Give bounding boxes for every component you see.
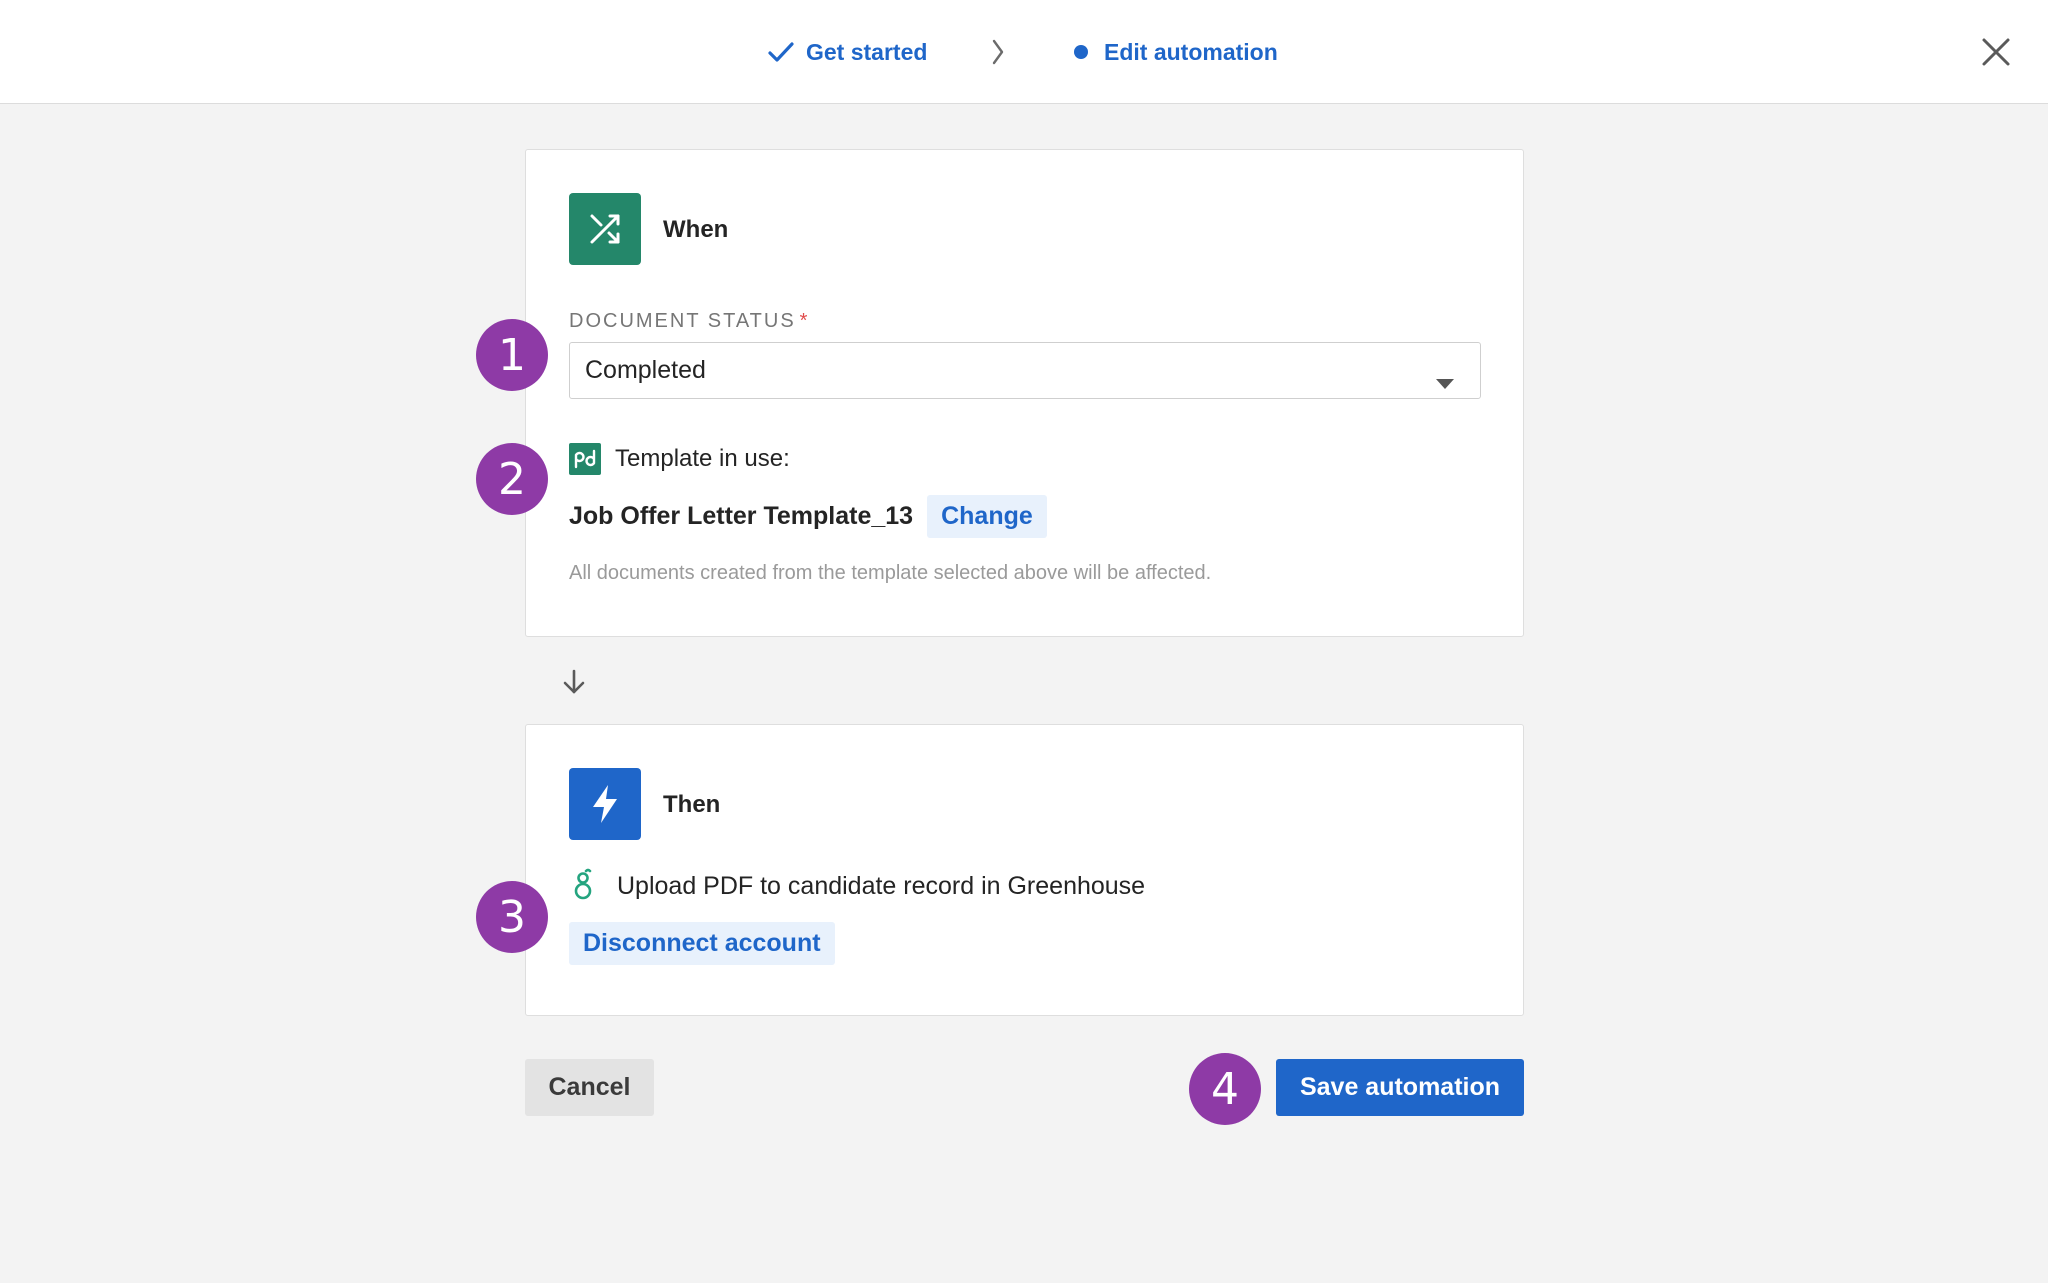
callout-badge-1: 1 [476, 319, 548, 391]
template-name-row: Job Offer Letter Template_13 Change [569, 495, 1047, 538]
template-name: Job Offer Letter Template_13 [569, 502, 914, 530]
callout-badge-3: 3 [476, 881, 548, 953]
document-status-label-text: DOCUMENT STATUS [569, 310, 796, 332]
then-card: Then Upload PDF to candidate record in G… [525, 724, 1524, 1016]
when-heading: When [663, 216, 729, 243]
callout-badge-4: 4 [1189, 1053, 1261, 1125]
shuffle-icon [569, 193, 641, 265]
template-in-use-label: Template in use: [615, 444, 790, 472]
document-status-label: DOCUMENT STATUS * [569, 310, 809, 333]
action-row: Upload PDF to candidate record in Greenh… [569, 868, 1145, 904]
template-helper-text: All documents created from the template … [569, 562, 1212, 584]
document-status-select[interactable]: Completed [569, 342, 1481, 399]
lightning-icon [569, 768, 641, 840]
check-icon [768, 41, 794, 63]
step-edit-automation[interactable]: Edit automation [1074, 34, 1278, 70]
chevron-right-icon [988, 36, 1008, 68]
step-label: Edit automation [1104, 38, 1278, 65]
callout-badge-2: 2 [476, 443, 548, 515]
caret-down-icon [1436, 367, 1454, 396]
disconnect-wrap: Disconnect account [569, 922, 835, 965]
current-step-dot-icon [1074, 45, 1088, 59]
then-heading: Then [663, 791, 721, 818]
template-in-use-row: Template in use: [569, 442, 790, 475]
top-bar: Get started Edit automation [0, 0, 2048, 104]
document-status-value: Completed [585, 356, 706, 384]
save-automation-button[interactable]: Save automation [1276, 1059, 1524, 1116]
change-template-button[interactable]: Change [927, 495, 1047, 538]
step-label: Get started [806, 38, 928, 65]
arrow-down-icon [560, 668, 588, 696]
greenhouse-icon [569, 868, 597, 904]
required-marker: * [799, 310, 810, 332]
pandadoc-logo-icon [569, 442, 601, 475]
close-icon[interactable] [1980, 36, 2012, 68]
step-get-started[interactable]: Get started [768, 34, 927, 70]
cancel-button[interactable]: Cancel [525, 1059, 654, 1116]
when-card: When DOCUMENT STATUS * Completed Template… [525, 149, 1524, 637]
disconnect-account-button[interactable]: Disconnect account [569, 922, 835, 965]
action-text: Upload PDF to candidate record in Greenh… [617, 871, 1146, 900]
